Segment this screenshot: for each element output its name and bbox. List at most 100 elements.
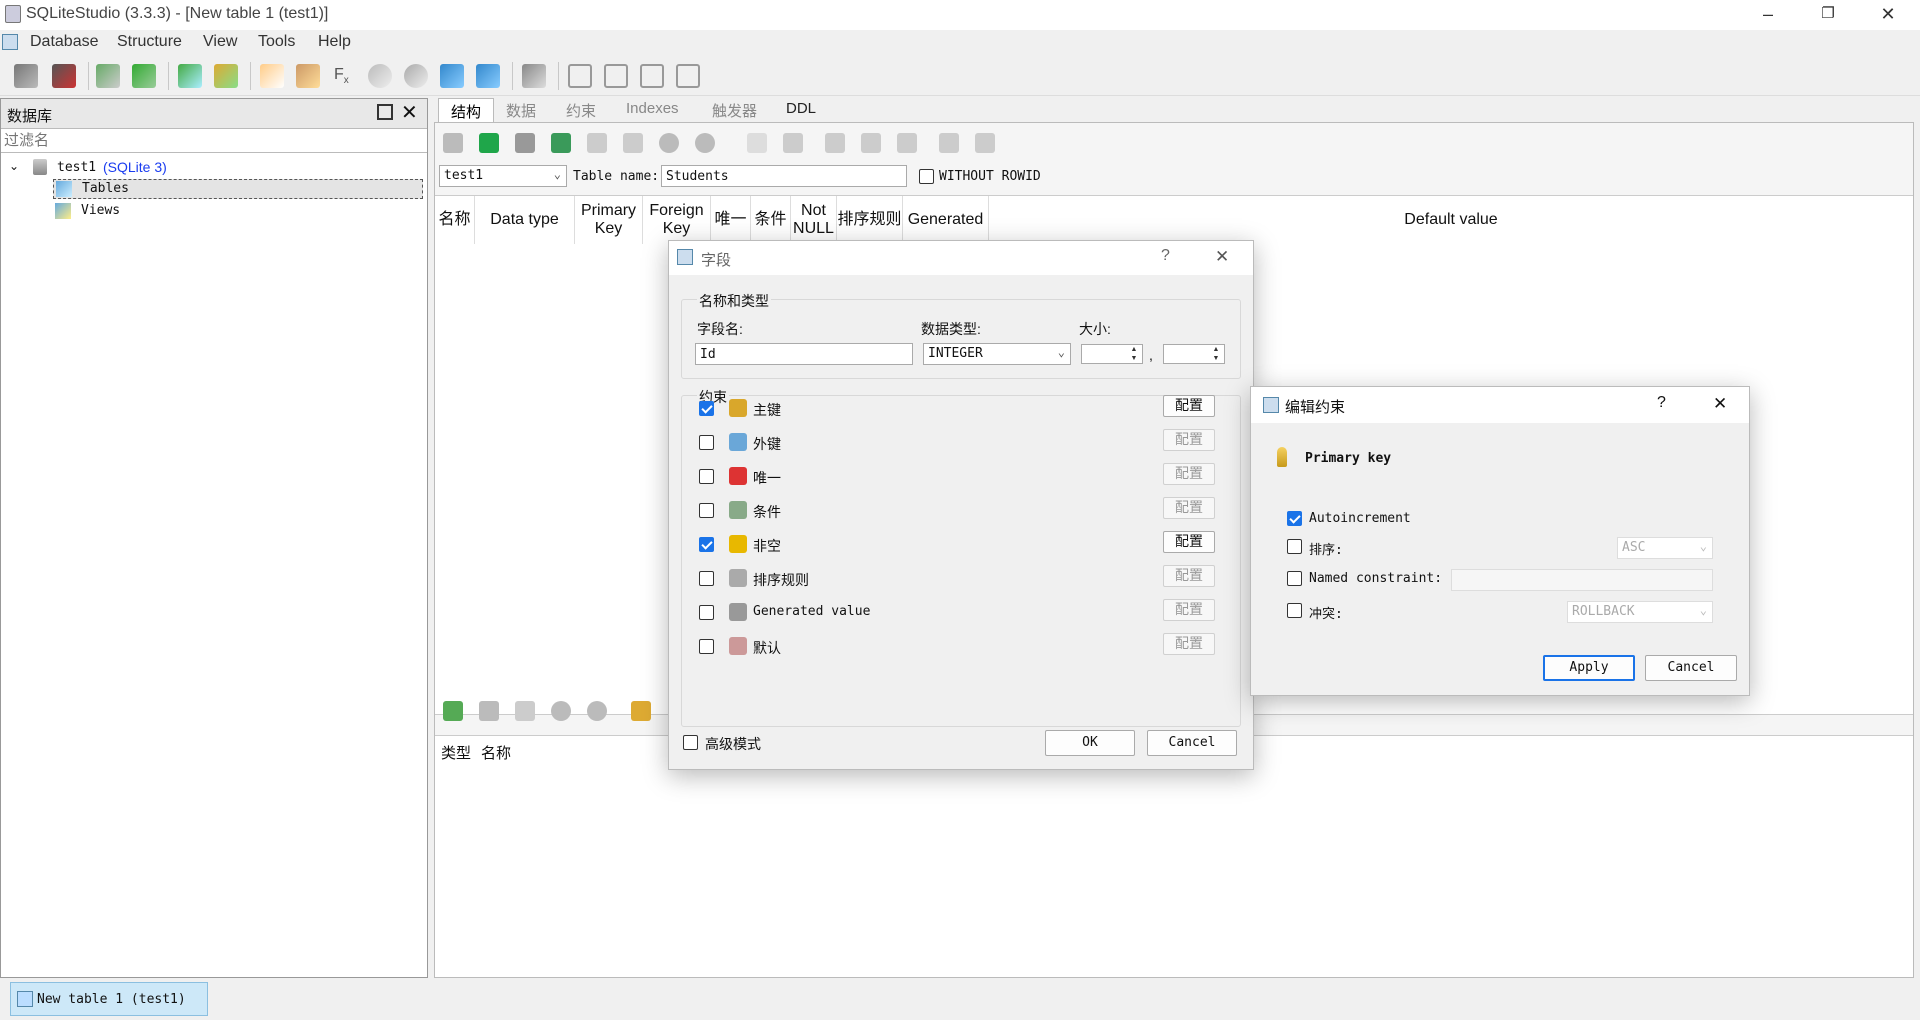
foreign-key-checkbox[interactable] <box>699 435 714 450</box>
close-dialog-button[interactable]: ✕ <box>1215 247 1229 267</box>
sort-order-select[interactable]: ASC ⌄ <box>1617 537 1713 559</box>
undo-icon[interactable] <box>975 133 995 153</box>
precision-spinbox[interactable]: ▲ ▼ <box>1163 344 1225 364</box>
spin-down-icon[interactable]: ▼ <box>1209 355 1223 363</box>
column-header-default-value[interactable]: Default value <box>989 196 1913 244</box>
column-header-collation[interactable]: 排序规则 <box>837 196 903 244</box>
generated-value-config-button[interactable]: 配置 <box>1163 599 1215 621</box>
column-header-primary-key[interactable]: Primary Key <box>575 196 643 244</box>
named-constraint-checkbox[interactable] <box>1287 571 1302 586</box>
menu-view[interactable]: View <box>203 33 237 51</box>
table-name-input[interactable] <box>661 165 907 187</box>
expand-arrow-icon[interactable]: ⌄ <box>9 159 19 173</box>
column-header-foreign-key[interactable]: Foreign Key <box>643 196 711 244</box>
foreign-key-config-button[interactable]: 配置 <box>1163 429 1215 451</box>
check-checkbox[interactable] <box>699 503 714 518</box>
menu-tools[interactable]: Tools <box>258 33 295 51</box>
extensions-icon[interactable] <box>404 64 428 88</box>
data-type-select[interactable]: INTEGER ⌄ <box>923 343 1071 365</box>
spin-up-icon[interactable]: ▲ <box>1209 346 1223 354</box>
move-constraint-down-icon[interactable] <box>587 701 607 721</box>
add-db-icon[interactable] <box>96 64 120 88</box>
float-panel-icon[interactable] <box>377 104 393 120</box>
primary-key-checkbox[interactable] <box>699 401 714 416</box>
ok-button[interactable]: OK <box>1045 730 1135 756</box>
autoincrement-checkbox[interactable] <box>1287 511 1302 526</box>
close-window-button[interactable]: ✕ <box>1860 0 1916 30</box>
spin-down-icon[interactable]: ▼ <box>1127 355 1141 363</box>
apply-button[interactable]: Apply <box>1543 655 1635 681</box>
mdi-window-icon[interactable] <box>2 34 18 50</box>
functions-icon[interactable]: Fx <box>334 66 349 86</box>
restore-button[interactable]: ❐ <box>1800 0 1856 30</box>
export-table-icon[interactable] <box>861 133 881 153</box>
column-header-check[interactable]: 条件 <box>751 196 791 244</box>
unique-checkbox[interactable] <box>699 469 714 484</box>
disconnect-db-icon[interactable] <box>52 64 76 88</box>
constraint-help-button[interactable]: ? <box>1657 394 1666 412</box>
unique-config-button[interactable]: 配置 <box>1163 463 1215 485</box>
move-constraint-up-icon[interactable] <box>551 701 571 721</box>
menu-structure[interactable]: Structure <box>117 33 182 51</box>
generated-value-checkbox[interactable] <box>699 605 714 620</box>
sort-order-checkbox[interactable] <box>1287 539 1302 554</box>
collation-checkbox[interactable] <box>699 571 714 586</box>
refresh-structure-icon[interactable] <box>443 133 463 153</box>
column-header-name[interactable]: 名称 <box>435 196 475 244</box>
not-null-checkbox[interactable] <box>699 537 714 552</box>
tab-triggers[interactable]: 触发器 <box>700 98 769 122</box>
rollback-structure-icon[interactable] <box>515 133 535 153</box>
tree-item-views[interactable]: Views <box>81 203 120 218</box>
database-select[interactable]: test1 ⌄ <box>439 165 567 187</box>
move-column-down-icon[interactable] <box>695 133 715 153</box>
edit-db-icon[interactable] <box>132 64 156 88</box>
column-header-data-type[interactable]: Data type <box>475 196 575 244</box>
commit-structure-icon[interactable] <box>479 133 499 153</box>
cancel-button[interactable]: Cancel <box>1147 730 1237 756</box>
without-rowid-checkbox[interactable] <box>919 169 934 184</box>
column-header-unique[interactable]: 唯一 <box>711 196 751 244</box>
sql-editor-icon[interactable] <box>260 64 284 88</box>
tab-data[interactable]: 数据 <box>494 98 548 122</box>
minimize-button[interactable]: – <box>1740 0 1796 30</box>
edit-table-icon[interactable] <box>214 64 238 88</box>
edit-constraint-icon[interactable] <box>479 701 499 721</box>
tab-indexes[interactable]: Indexes <box>614 98 691 122</box>
constraint-cancel-button[interactable]: Cancel <box>1645 655 1737 681</box>
collation-config-button[interactable]: 配置 <box>1163 565 1215 587</box>
close-panel-icon[interactable]: ✕ <box>401 100 418 125</box>
help-button[interactable]: ? <box>1161 247 1170 265</box>
create-similar-table-icon[interactable] <box>747 133 767 153</box>
ddl-history-icon[interactable] <box>296 64 320 88</box>
delete-column-icon[interactable] <box>623 133 643 153</box>
column-header-generated[interactable]: Generated <box>903 196 989 244</box>
constraint-close-button[interactable]: ✕ <box>1713 394 1727 414</box>
tile-vertical-icon[interactable] <box>640 64 664 88</box>
not-null-config-button[interactable]: 配置 <box>1163 531 1215 553</box>
taskbar-item[interactable]: New table 1 (test1) <box>10 982 208 1016</box>
populate-table-icon[interactable] <box>897 133 917 153</box>
edit-column-icon[interactable] <box>587 133 607 153</box>
delete-constraint-icon[interactable] <box>515 701 535 721</box>
new-table-icon[interactable] <box>178 64 202 88</box>
tile-horizontal-icon[interactable] <box>604 64 628 88</box>
add-column-icon[interactable] <box>551 133 571 153</box>
menu-help[interactable]: Help <box>318 33 351 51</box>
collations-icon[interactable] <box>368 64 392 88</box>
tab-constraints[interactable]: 约束 <box>554 98 608 122</box>
import-icon[interactable] <box>440 64 464 88</box>
create-index-icon[interactable] <box>939 133 959 153</box>
column-header-not-null[interactable]: Not NULL <box>791 196 837 244</box>
tab-structure[interactable]: 结构 <box>438 98 495 122</box>
default-config-button[interactable]: 配置 <box>1163 633 1215 655</box>
wrench-icon[interactable] <box>522 64 546 88</box>
spin-up-icon[interactable]: ▲ <box>1127 346 1141 354</box>
primary-key-config-button[interactable]: 配置 <box>1163 395 1215 417</box>
field-name-input[interactable] <box>695 343 913 365</box>
tab-ddl[interactable]: DDL <box>774 98 828 122</box>
reset-autoincrement-icon[interactable] <box>783 133 803 153</box>
constraints-grid[interactable]: 类型 名称 <box>435 735 1913 977</box>
default-checkbox[interactable] <box>699 639 714 654</box>
conflict-select[interactable]: ROLLBACK ⌄ <box>1567 601 1713 623</box>
size-spinbox[interactable]: ▲ ▼ <box>1081 344 1143 364</box>
